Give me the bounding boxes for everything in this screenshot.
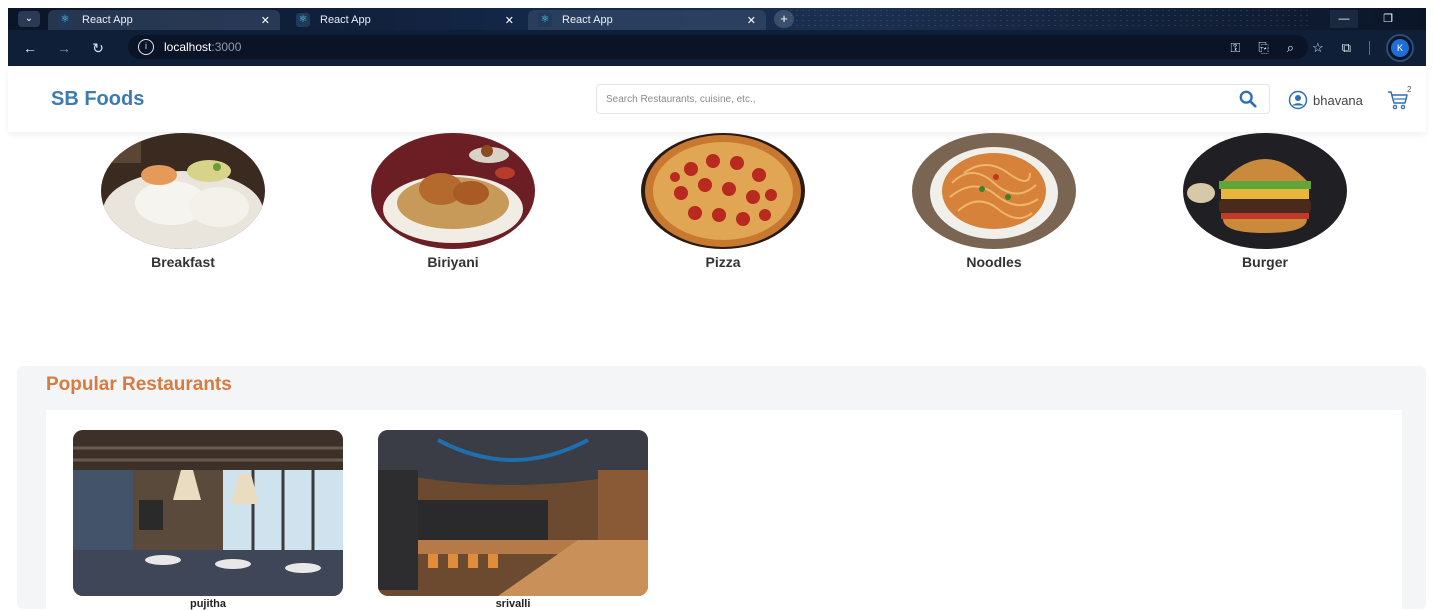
- search-icon[interactable]: [1239, 90, 1257, 108]
- pizza-image: [641, 133, 805, 249]
- username: bhavana: [1313, 92, 1363, 108]
- install-app-icon[interactable]: ⎘: [1258, 40, 1268, 56]
- extensions-icon[interactable]: ⧉: [1342, 40, 1351, 56]
- cart-count-badge: 2: [1407, 85, 1412, 94]
- category-pizza[interactable]: Pizza: [641, 133, 805, 270]
- react-logo-icon: ⚛: [538, 13, 552, 27]
- toolbar-actions: ⚿ ⎘ ⌕ ☆ ⧉ K: [1230, 34, 1414, 62]
- close-tab-icon[interactable]: ✕: [261, 14, 270, 27]
- popular-restaurants-section: Popular Restaurants pujitha srivalli: [17, 366, 1426, 610]
- browser-tab-1[interactable]: ⚛ React App ✕: [48, 10, 280, 30]
- section-title: Popular Restaurants: [46, 374, 232, 395]
- bookmark-star-icon[interactable]: ☆: [1312, 40, 1324, 56]
- brand-logo[interactable]: SB Foods: [51, 88, 144, 111]
- profile-avatar[interactable]: K: [1386, 34, 1414, 62]
- category-biriyani[interactable]: Biriyani: [371, 133, 535, 270]
- browser-toolbar: ← → ↻ i localhost:3000 ⚿ ⎘ ⌕ ☆ ⧉ K: [8, 30, 1426, 66]
- tab-strip: ⌄ ⚛ React App ✕ ⚛ React App ✕ ⚛ React Ap…: [8, 8, 1426, 30]
- password-key-icon[interactable]: ⚿: [1230, 40, 1240, 56]
- category-burger[interactable]: Burger: [1183, 133, 1347, 270]
- biriyani-image: [371, 133, 535, 249]
- url-host: localhost: [164, 40, 212, 54]
- category-breakfast[interactable]: Breakfast: [101, 133, 265, 270]
- tab-title: React App: [320, 14, 371, 26]
- breakfast-image: [101, 133, 265, 249]
- address-bar[interactable]: i localhost:3000: [128, 35, 1308, 59]
- tab-title: React App: [562, 14, 613, 26]
- restore-icon[interactable]: ❐: [1374, 10, 1402, 28]
- new-tab-button[interactable]: +: [774, 10, 794, 28]
- browser-window: ⌄ ⚛ React App ✕ ⚛ React App ✕ ⚛ React Ap…: [8, 8, 1426, 66]
- zoom-icon[interactable]: ⌕: [1287, 40, 1294, 56]
- category-label: Burger: [1242, 254, 1288, 270]
- toolbar-divider: [1369, 41, 1370, 55]
- react-logo-icon: ⚛: [58, 13, 72, 27]
- category-label: Pizza: [705, 254, 741, 270]
- browser-tab-2[interactable]: ⚛ React App ✕: [286, 10, 524, 30]
- close-tab-icon[interactable]: ✕: [505, 14, 514, 27]
- restaurants-container: pujitha srivalli: [46, 410, 1402, 610]
- noodles-image: [912, 133, 1076, 249]
- restaurant-image: [378, 430, 648, 596]
- burger-image: [1183, 133, 1347, 249]
- tab-search-icon[interactable]: ⌄: [18, 11, 40, 27]
- site-info-icon[interactable]: i: [138, 39, 154, 55]
- url-port: :3000: [211, 40, 242, 54]
- category-label: Breakfast: [151, 254, 215, 270]
- search-bar: [596, 84, 1270, 114]
- app-navbar: SB Foods bhavana 2: [8, 66, 1426, 132]
- search-input[interactable]: [597, 85, 1197, 113]
- category-noodles[interactable]: Noodles: [912, 133, 1076, 270]
- restaurant-image: [73, 430, 343, 596]
- user-circle-icon: [1288, 90, 1308, 110]
- category-label: Biriyani: [427, 254, 479, 270]
- restaurant-card-srivalli[interactable]: srivalli: [378, 430, 648, 610]
- browser-tab-3[interactable]: ⚛ React App ✕: [528, 10, 766, 30]
- tab-title: React App: [82, 14, 133, 26]
- forward-icon[interactable]: →: [52, 36, 76, 60]
- restaurant-card-pujitha[interactable]: pujitha: [73, 430, 343, 610]
- restaurant-name: srivalli: [495, 598, 531, 610]
- minimize-icon[interactable]: —: [1330, 10, 1358, 28]
- react-logo-icon: ⚛: [296, 13, 310, 27]
- restaurant-name: pujitha: [189, 598, 227, 610]
- category-label: Noodles: [966, 254, 1022, 270]
- user-profile-link[interactable]: bhavana: [1288, 90, 1363, 110]
- close-tab-icon[interactable]: ✕: [747, 14, 756, 27]
- back-icon[interactable]: ←: [18, 36, 42, 60]
- reload-icon[interactable]: ↻: [86, 36, 110, 60]
